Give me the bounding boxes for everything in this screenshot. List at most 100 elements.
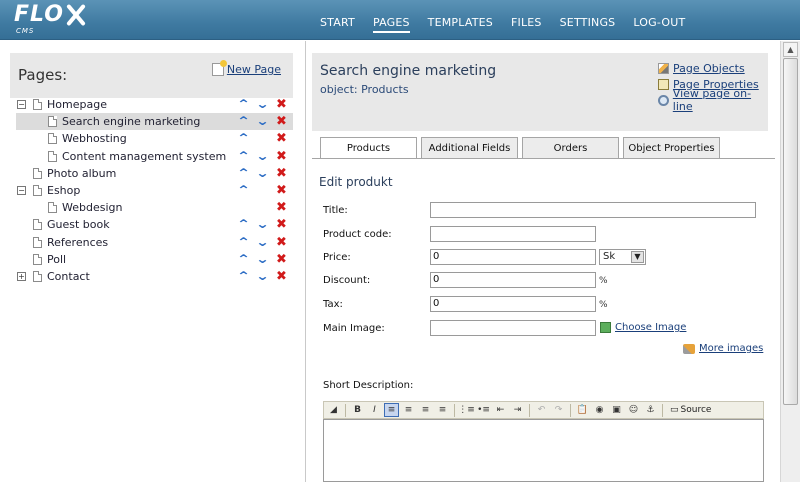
indent-icon[interactable]: ⇥ bbox=[510, 403, 525, 417]
tree-row[interactable]: − Eshop ⌃ ✖ bbox=[16, 182, 293, 199]
delete-icon[interactable]: ✖ bbox=[275, 253, 288, 266]
tree-item-label[interactable]: Contact bbox=[47, 270, 90, 283]
move-down-icon[interactable]: ⌄ bbox=[253, 98, 271, 111]
delete-icon[interactable]: ✖ bbox=[275, 184, 288, 197]
redo-icon[interactable]: ↷ bbox=[551, 403, 566, 417]
move-down-icon[interactable]: ⌄ bbox=[253, 218, 271, 231]
tree-row[interactable]: References ⌃ ⌄ ✖ bbox=[16, 234, 293, 251]
source-button[interactable]: ▭ Source bbox=[667, 403, 714, 417]
smiley-icon[interactable]: ☺ bbox=[626, 403, 641, 417]
collapse-icon[interactable]: − bbox=[17, 185, 26, 195]
page-objects-link[interactable]: Page Objects bbox=[658, 60, 768, 76]
outdent-icon[interactable]: ⇤ bbox=[493, 403, 508, 417]
move-down-icon[interactable]: ⌄ bbox=[253, 252, 271, 266]
tab-object-properties[interactable]: Object Properties bbox=[623, 137, 720, 158]
tree-item-label[interactable]: Guest book bbox=[47, 218, 110, 231]
product-code-input[interactable] bbox=[430, 226, 596, 242]
align-left-icon[interactable]: ≡ bbox=[384, 403, 399, 417]
move-up-icon[interactable]: ⌃ bbox=[234, 269, 252, 283]
tree-row[interactable]: Webhosting ⌃ ✖ bbox=[16, 130, 293, 147]
nav-start[interactable]: START bbox=[320, 16, 355, 33]
italic-icon[interactable]: I bbox=[367, 403, 382, 417]
tab-additional-fields[interactable]: Additional Fields bbox=[421, 137, 518, 158]
currency-select[interactable]: Sk ▼ bbox=[599, 249, 646, 265]
tree-item-label[interactable]: References bbox=[47, 236, 108, 249]
discount-input[interactable]: 0 bbox=[430, 272, 596, 288]
move-up-icon[interactable]: ⌃ bbox=[234, 132, 252, 145]
numbered-list-icon[interactable]: ⋮≡ bbox=[458, 403, 475, 417]
move-down-icon[interactable]: ⌄ bbox=[253, 269, 271, 283]
bold-icon[interactable]: B bbox=[350, 403, 365, 417]
tree-item-label[interactable]: Poll bbox=[47, 253, 66, 266]
move-down-icon[interactable]: ⌄ bbox=[253, 235, 271, 249]
delete-icon[interactable]: ✖ bbox=[275, 236, 288, 249]
tree-row[interactable]: Search engine marketing ⌃ ⌄ ✖ bbox=[16, 113, 293, 131]
tab-products[interactable]: Products bbox=[320, 137, 417, 159]
tree-row[interactable]: + Contact ⌃ ⌄ ✖ bbox=[16, 268, 293, 285]
expand-icon[interactable]: + bbox=[17, 271, 26, 281]
nav-pages[interactable]: PAGES bbox=[372, 16, 410, 33]
move-up-icon[interactable]: ⌃ bbox=[234, 235, 252, 249]
delete-icon[interactable]: ✖ bbox=[275, 201, 288, 214]
tree-row[interactable]: Content management system ⌃ ⌄ ✖ bbox=[16, 148, 293, 165]
tax-input[interactable]: 0 bbox=[430, 296, 596, 312]
move-down-icon[interactable]: ⌄ bbox=[253, 166, 271, 180]
align-right-icon[interactable]: ≡ bbox=[418, 403, 433, 417]
tree-item-label[interactable]: Webhosting bbox=[62, 132, 127, 145]
price-input[interactable]: 0 bbox=[430, 249, 596, 265]
delete-icon[interactable]: ✖ bbox=[275, 132, 288, 145]
tree-item-label[interactable]: Webdesign bbox=[62, 201, 122, 214]
tree-row[interactable]: Guest book ⌃ ⌄ ✖ bbox=[16, 216, 293, 233]
nav-settings[interactable]: SETTINGS bbox=[560, 16, 616, 33]
toolbar-collapse-icon[interactable]: ◢ bbox=[326, 403, 341, 417]
align-justify-icon[interactable]: ≡ bbox=[435, 403, 450, 417]
image-insert-icon[interactable]: ▣ bbox=[609, 403, 624, 417]
paste-icon[interactable]: 📋 bbox=[575, 403, 590, 417]
undo-icon[interactable]: ↶ bbox=[534, 403, 549, 417]
tree-item-label[interactable]: Content management system bbox=[62, 150, 226, 163]
more-images-link[interactable]: More images bbox=[683, 343, 763, 354]
scroll-thumb[interactable] bbox=[783, 58, 798, 405]
move-up-icon[interactable]: ⌃ bbox=[234, 149, 252, 163]
logo[interactable]: FLO CMS bbox=[14, 3, 87, 36]
delete-icon[interactable]: ✖ bbox=[275, 150, 288, 163]
tree-item-label[interactable]: Search engine marketing bbox=[62, 115, 200, 128]
move-down-icon[interactable]: ⌄ bbox=[253, 115, 271, 128]
anchor-icon[interactable]: ⚓ bbox=[643, 403, 658, 417]
delete-icon[interactable]: ✖ bbox=[275, 98, 288, 111]
move-up-icon[interactable]: ⌃ bbox=[234, 98, 252, 111]
move-up-icon[interactable]: ⌃ bbox=[234, 166, 252, 180]
main-image-input[interactable] bbox=[430, 320, 596, 336]
tree-item-label[interactable]: Homepage bbox=[47, 98, 107, 111]
align-center-icon[interactable]: ≡ bbox=[401, 403, 416, 417]
page-scrollbar[interactable]: ▲ bbox=[780, 41, 800, 482]
move-down-icon[interactable]: ⌄ bbox=[253, 149, 271, 163]
tree-item-label[interactable]: Photo album bbox=[47, 167, 116, 180]
collapse-icon[interactable]: − bbox=[17, 100, 26, 109]
tree-row[interactable]: − Homepage ⌃ ⌄ ✖ bbox=[16, 96, 293, 113]
tree-row[interactable]: Photo album ⌃ ⌄ ✖ bbox=[16, 165, 293, 182]
tab-orders[interactable]: Orders bbox=[522, 137, 619, 158]
move-up-icon[interactable]: ⌃ bbox=[234, 252, 252, 266]
choose-image-link[interactable]: Choose Image bbox=[600, 322, 686, 333]
tree-item-label[interactable]: Eshop bbox=[47, 184, 80, 197]
move-up-icon[interactable]: ⌃ bbox=[234, 115, 252, 128]
link-icon[interactable]: ◉ bbox=[592, 403, 607, 417]
tree-row[interactable]: Poll ⌃ ⌄ ✖ bbox=[16, 251, 293, 268]
scroll-up-icon[interactable]: ▲ bbox=[783, 42, 798, 57]
bullet-list-icon[interactable]: •≡ bbox=[476, 403, 491, 417]
delete-icon[interactable]: ✖ bbox=[275, 218, 288, 231]
move-up-icon[interactable]: ⌃ bbox=[234, 218, 252, 231]
view-online-link[interactable]: View page on-line bbox=[658, 87, 768, 113]
delete-icon[interactable]: ✖ bbox=[275, 115, 288, 128]
nav-files[interactable]: FILES bbox=[511, 16, 542, 33]
tree-row[interactable]: Webdesign ✖ bbox=[16, 199, 293, 216]
move-up-icon[interactable]: ⌃ bbox=[234, 183, 252, 197]
nav-templates[interactable]: TEMPLATES bbox=[428, 16, 493, 33]
short-description-editor[interactable] bbox=[323, 419, 764, 482]
delete-icon[interactable]: ✖ bbox=[275, 167, 288, 180]
new-page-link[interactable]: New Page bbox=[211, 60, 281, 76]
nav-logout[interactable]: LOG-OUT bbox=[633, 16, 685, 33]
title-input[interactable] bbox=[430, 202, 756, 218]
delete-icon[interactable]: ✖ bbox=[275, 270, 288, 283]
